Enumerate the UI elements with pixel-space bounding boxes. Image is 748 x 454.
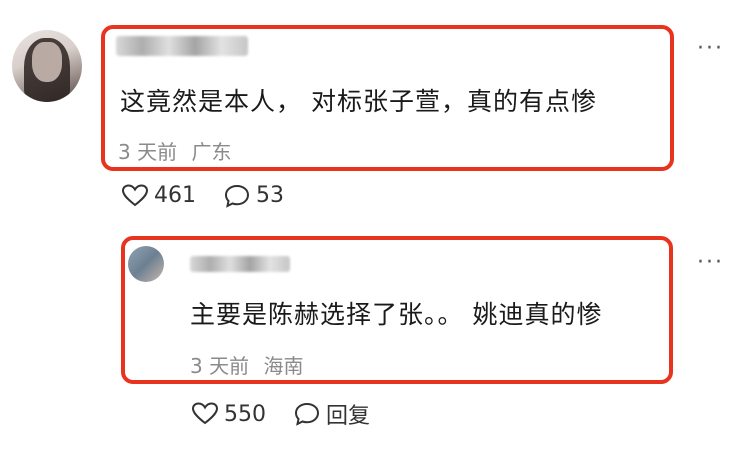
comment-time: 3 天前 [118,140,178,164]
reply-meta: 3 天前 海南 [190,350,303,379]
heart-icon [192,402,218,425]
comment-location: 广东 [191,140,232,164]
comment-actions: 461 53 [122,183,312,208]
reply-like-count: 550 [224,401,266,427]
comment-icon [224,184,250,208]
reply-actions: 550 回复 [192,398,398,430]
more-icon[interactable]: ··· [697,36,724,61]
avatar-face [32,42,62,82]
heart-icon [122,183,148,206]
like-button[interactable]: 461 [122,183,196,208]
comment-meta: 3 天前 广东 [118,136,231,165]
reply-count-button[interactable]: 53 [224,183,284,208]
reply-time: 3 天前 [190,354,250,378]
reply-button[interactable]: 回复 [294,398,370,430]
reply-text: 主要是陈赫选择了张。。 姚迪真的惨 [190,300,603,329]
reply-like-button[interactable]: 550 [192,402,266,427]
comment-icon [294,402,320,426]
more-icon[interactable]: ··· [697,250,724,275]
comment-text: 这竟然是本人， 对标张子萱，真的有点惨 [120,87,597,116]
reply-label: 回复 [326,404,371,429]
reply-count: 53 [256,183,284,208]
user-avatar[interactable] [12,30,82,102]
reply-location: 海南 [263,354,304,378]
like-count: 461 [154,183,196,208]
